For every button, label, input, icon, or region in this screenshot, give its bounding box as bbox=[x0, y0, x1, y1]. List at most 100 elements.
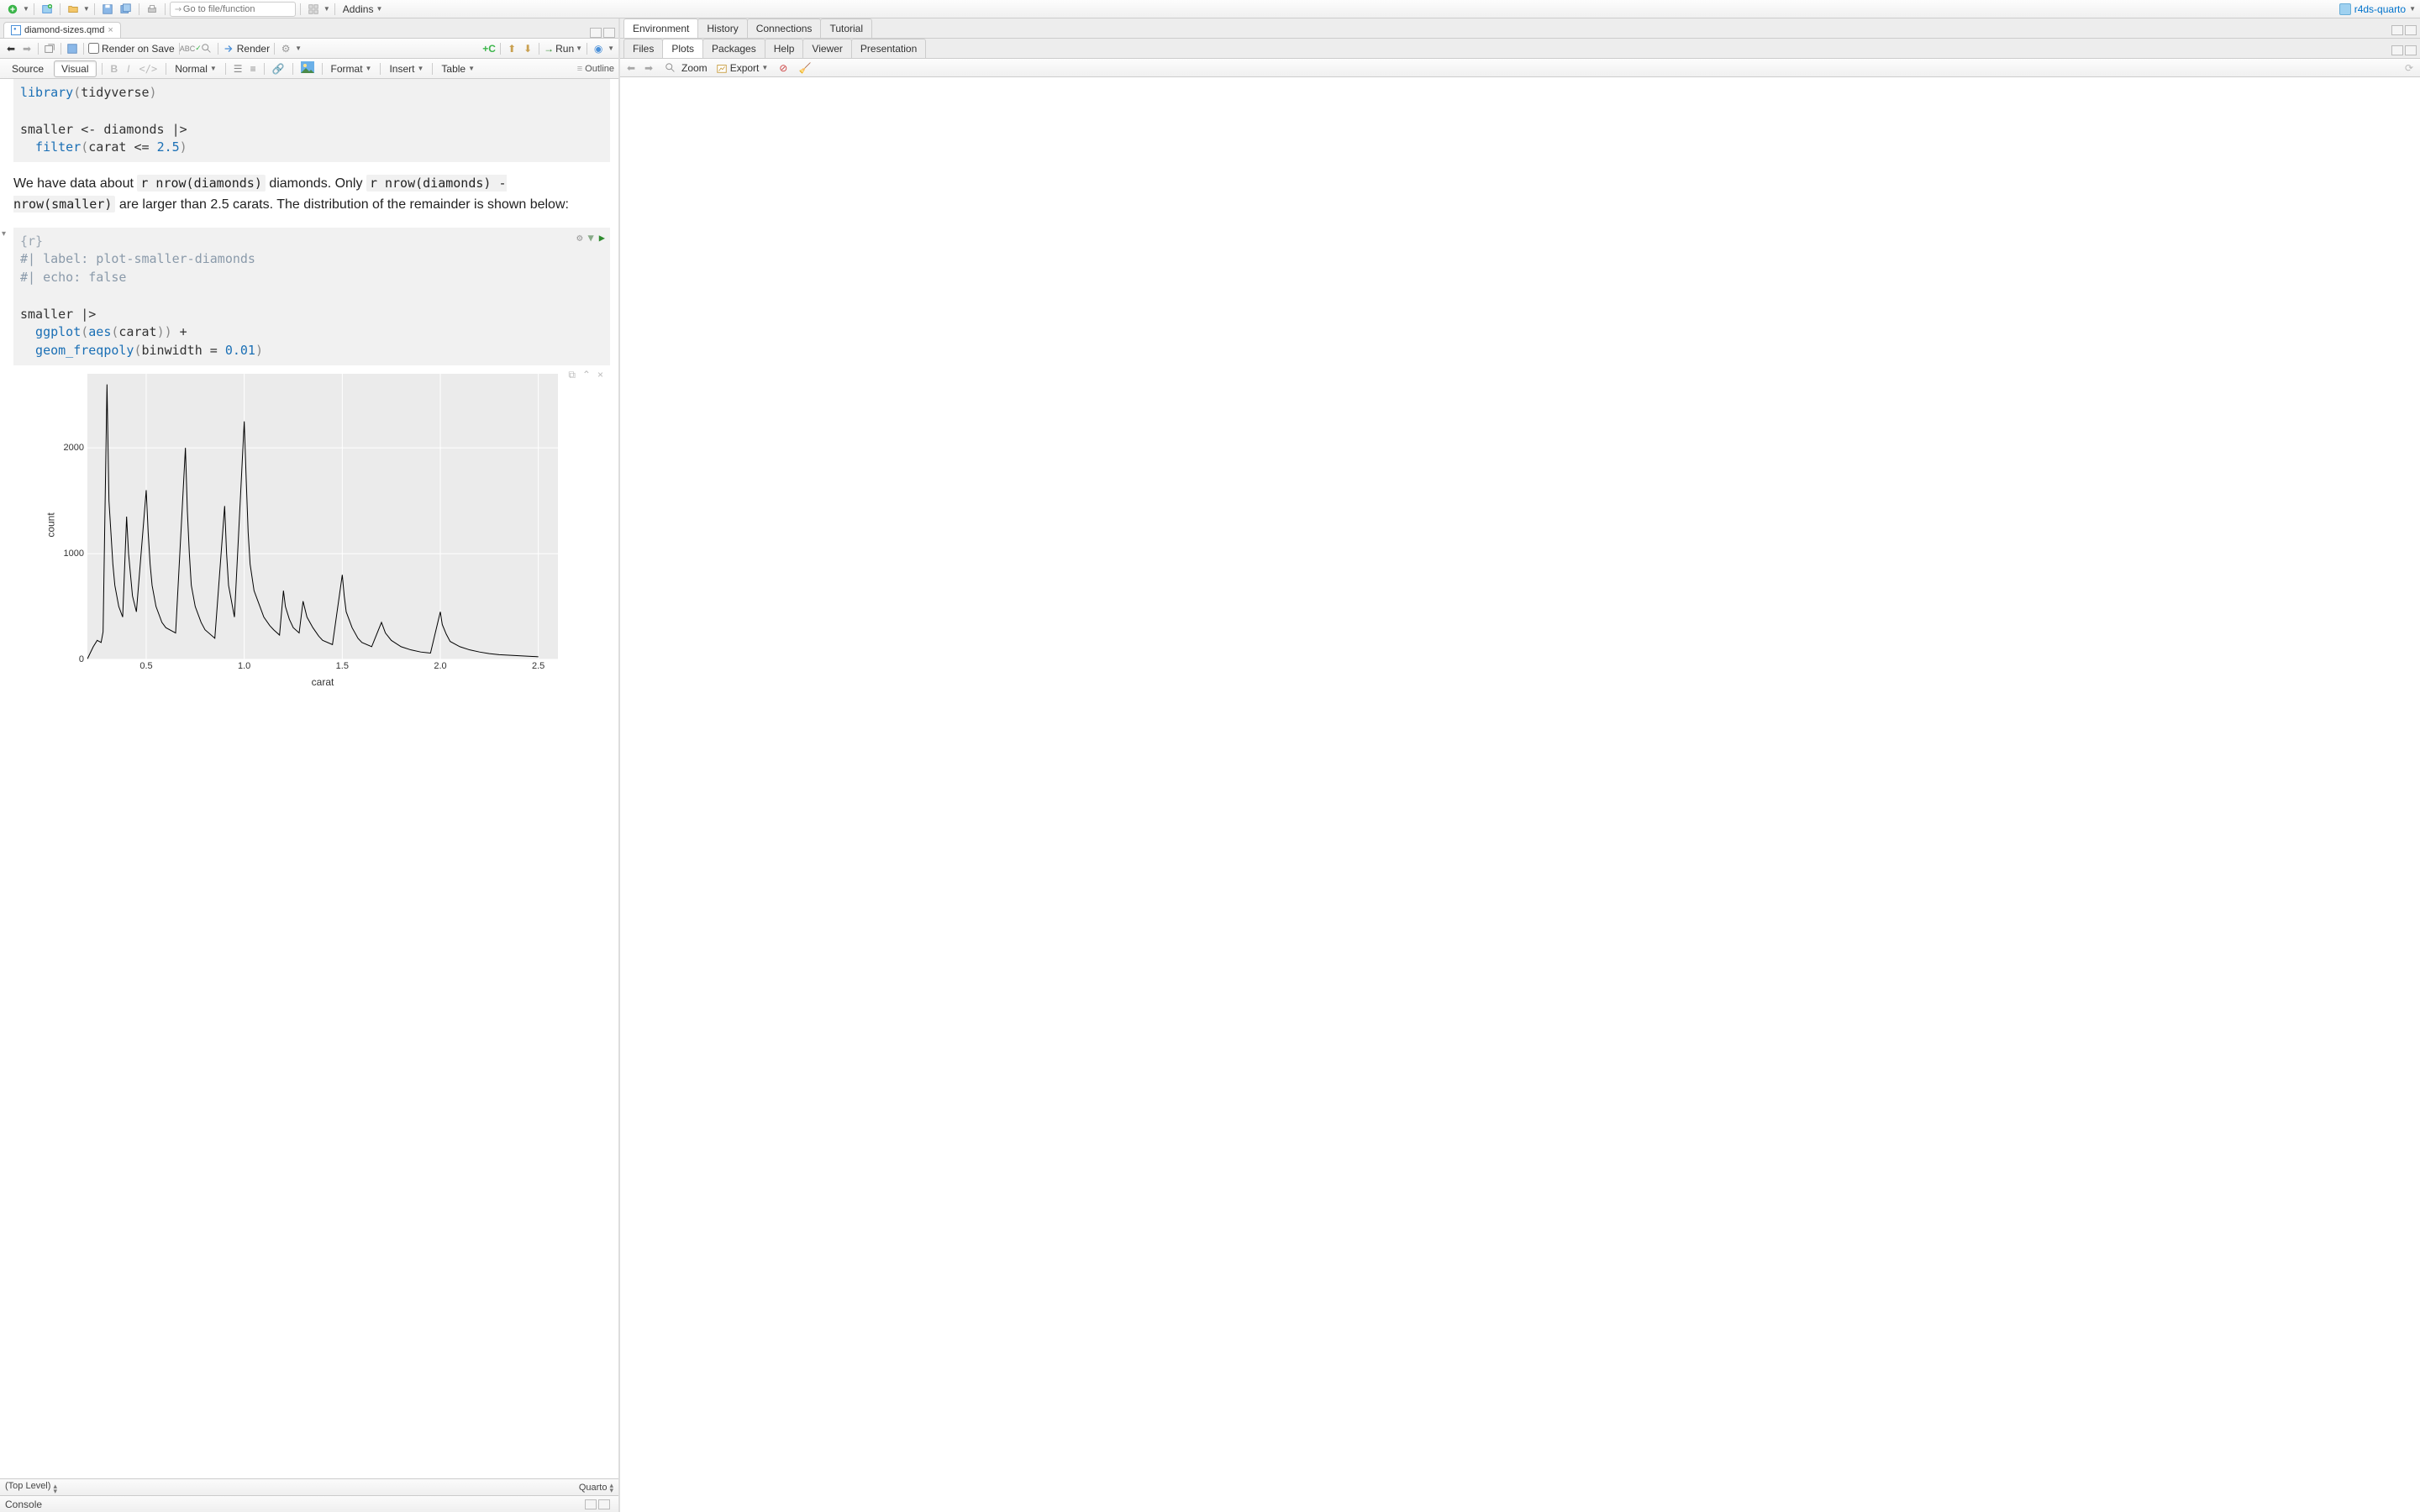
new-project-icon[interactable] bbox=[39, 2, 55, 17]
refresh-plot-icon[interactable]: ⟳ bbox=[2402, 61, 2416, 75]
plots-min-icon[interactable] bbox=[2391, 45, 2403, 55]
forward-icon[interactable]: ➡ bbox=[20, 42, 34, 55]
tab-tutorial[interactable]: Tutorial bbox=[820, 18, 872, 38]
minimize-pane-icon[interactable] bbox=[590, 28, 602, 38]
publish-caret[interactable]: ▼ bbox=[608, 45, 614, 52]
grid-caret[interactable]: ▼ bbox=[324, 5, 330, 13]
run-above-icon[interactable]: ▼ bbox=[588, 231, 594, 245]
insert-menu[interactable]: Insert▼ bbox=[386, 63, 427, 75]
env-max-icon[interactable] bbox=[2405, 25, 2417, 35]
render-button[interactable]: Render bbox=[223, 43, 270, 55]
tab-files[interactable]: Files bbox=[623, 39, 663, 58]
new-file-icon[interactable] bbox=[4, 2, 21, 17]
show-in-new-window-icon[interactable] bbox=[43, 42, 56, 55]
code-button[interactable]: </> bbox=[136, 63, 161, 75]
open-file-icon[interactable] bbox=[65, 2, 82, 17]
table-menu[interactable]: Table▼ bbox=[438, 63, 478, 75]
run-button[interactable]: →Run▼ bbox=[544, 43, 582, 55]
plots-toolbar: ⬅ ➡ Zoom Export▼ ⊘ 🧹 ⟳ bbox=[620, 59, 2420, 77]
remove-plot-icon[interactable]: ⊘ bbox=[776, 61, 790, 75]
file-tab-label: diamond-sizes.qmd bbox=[24, 25, 104, 35]
addins-label: Addins bbox=[343, 3, 374, 15]
new-file-menu-caret[interactable]: ▼ bbox=[23, 5, 29, 13]
addins-menu[interactable]: Addins▼ bbox=[339, 3, 387, 15]
code-chunk-setup[interactable]: library(tidyverse) smaller <- diamonds |… bbox=[13, 79, 610, 162]
go-prev-chunk-icon[interactable]: ⬆ bbox=[505, 42, 518, 55]
source-toolbar: ⬅ ➡ Render on Save ABC✓ Render ⚙ ▼ +C bbox=[0, 39, 618, 59]
clear-all-icon[interactable]: 🧹 bbox=[798, 61, 812, 75]
italic-button[interactable]: I bbox=[124, 63, 133, 75]
file-tab[interactable]: diamond-sizes.qmd × bbox=[3, 22, 121, 38]
grid-icon[interactable] bbox=[305, 2, 322, 17]
plot-close-icon[interactable]: × bbox=[597, 369, 603, 381]
tab-packages[interactable]: Packages bbox=[702, 39, 765, 58]
format-toolbar: Source Visual B I </> Normal▼ ☰ ≡ 🔗 Form… bbox=[0, 59, 618, 79]
format-menu[interactable]: Format▼ bbox=[328, 63, 376, 75]
goto-input[interactable] bbox=[183, 4, 292, 14]
find-replace-icon[interactable] bbox=[200, 42, 213, 55]
export-button[interactable]: Export▼ bbox=[716, 62, 769, 74]
tab-viewer[interactable]: Viewer bbox=[802, 39, 851, 58]
close-tab-icon[interactable]: × bbox=[108, 25, 113, 35]
maximize-pane-icon[interactable] bbox=[603, 28, 615, 38]
prose-paragraph[interactable]: We have data about r nrow(diamonds) diam… bbox=[13, 174, 610, 216]
bold-button[interactable]: B bbox=[108, 63, 122, 75]
go-next-chunk-icon[interactable]: ⬇ bbox=[521, 42, 534, 55]
gear-caret[interactable]: ▼ bbox=[295, 45, 302, 52]
tab-plots[interactable]: Plots bbox=[662, 39, 703, 58]
visual-mode-button[interactable]: Visual bbox=[54, 60, 96, 77]
editor-area[interactable]: library(tidyverse) smaller <- diamonds |… bbox=[0, 79, 618, 1478]
plot-popup-icon[interactable]: ⧉ bbox=[568, 369, 576, 381]
insert-chunk-icon[interactable]: +C bbox=[482, 42, 496, 55]
format-indicator[interactable]: Quarto ▴▾ bbox=[579, 1483, 613, 1493]
save-doc-icon[interactable] bbox=[66, 42, 79, 55]
plots-max-icon[interactable] bbox=[2405, 45, 2417, 55]
tab-connections[interactable]: Connections bbox=[747, 18, 822, 38]
code-chunk-plot[interactable]: ⚙ ▼ ▶ {r} #| label: plot-smaller-diamond… bbox=[13, 228, 610, 365]
back-icon[interactable]: ⬅ bbox=[4, 42, 18, 55]
source-mode-button[interactable]: Source bbox=[4, 60, 51, 77]
console-max-icon[interactable] bbox=[598, 1499, 610, 1509]
tab-environment[interactable]: Environment bbox=[623, 18, 698, 38]
plot-output: ⧉ ⌃ × count 0.51.01.52.02.5010002000 car… bbox=[13, 365, 610, 685]
goto-arrow-icon bbox=[174, 4, 183, 14]
save-icon[interactable] bbox=[99, 2, 116, 17]
plot-prev-icon[interactable]: ⬅ bbox=[624, 61, 638, 75]
tab-history[interactable]: History bbox=[697, 18, 747, 38]
publish-icon[interactable]: ◉ bbox=[592, 42, 605, 55]
open-recent-caret[interactable]: ▼ bbox=[83, 5, 90, 13]
qmd-file-icon bbox=[11, 25, 21, 35]
render-label: Render bbox=[237, 43, 270, 55]
render-on-save-checkbox[interactable]: Render on Save bbox=[88, 43, 175, 55]
console-bar[interactable]: Console bbox=[0, 1495, 618, 1512]
run-chunk-icon[interactable]: ▶ bbox=[599, 231, 605, 245]
zoom-icon[interactable] bbox=[664, 61, 677, 75]
bullet-list-button[interactable]: ☰ bbox=[231, 63, 245, 75]
console-min-icon[interactable] bbox=[585, 1499, 597, 1509]
plot-line bbox=[87, 374, 558, 659]
project-menu[interactable]: r4ds-quarto ▼ bbox=[2339, 3, 2416, 15]
numbered-list-button[interactable]: ≡ bbox=[248, 63, 259, 75]
link-button[interactable]: 🔗 bbox=[270, 63, 287, 75]
spellcheck-icon[interactable]: ABC✓ bbox=[184, 42, 197, 55]
block-style-menu[interactable]: Normal▼ bbox=[171, 63, 220, 75]
chunk-fold-icon[interactable]: ▾ bbox=[2, 229, 6, 239]
plots-tabbar: Files Plots Packages Help Viewer Present… bbox=[620, 39, 2420, 59]
plot-panel: 0.51.01.52.02.5010002000 bbox=[87, 374, 558, 659]
scope-indicator[interactable]: (Top Level) ▴▾ bbox=[5, 1481, 57, 1494]
zoom-label[interactable]: Zoom bbox=[681, 62, 708, 74]
plot-next-icon[interactable]: ➡ bbox=[642, 61, 655, 75]
tab-help[interactable]: Help bbox=[765, 39, 804, 58]
save-all-icon[interactable] bbox=[118, 2, 134, 17]
env-min-icon[interactable] bbox=[2391, 25, 2403, 35]
chunk-gear-icon[interactable]: ⚙ bbox=[576, 231, 582, 245]
inline-code-1: r nrow(diamonds) bbox=[137, 175, 266, 192]
outline-button[interactable]: ≡Outline bbox=[577, 64, 614, 74]
tab-presentation[interactable]: Presentation bbox=[851, 39, 926, 58]
gear-icon[interactable]: ⚙ bbox=[279, 42, 292, 55]
goto-file-function[interactable] bbox=[170, 2, 296, 17]
plot-collapse-icon[interactable]: ⌃ bbox=[582, 369, 591, 381]
image-button[interactable] bbox=[298, 61, 317, 76]
print-icon[interactable] bbox=[144, 2, 160, 17]
plot-xlabel: carat bbox=[312, 676, 334, 688]
